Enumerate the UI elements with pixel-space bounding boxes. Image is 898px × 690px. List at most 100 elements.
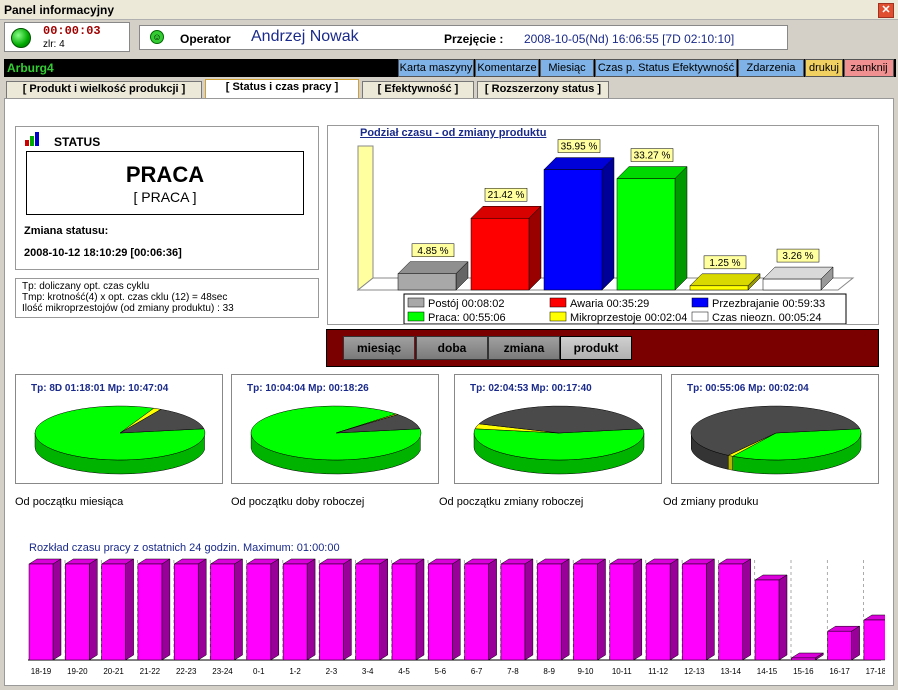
- tab-efficiency[interactable]: [ Efektywność ]: [362, 81, 474, 98]
- window-title: Panel informacyjny: [4, 3, 115, 17]
- status-display: PRACA [ PRACA ]: [26, 151, 304, 215]
- hour-tick-label: 11-12: [648, 667, 668, 676]
- pie-panel-month: Tp: 8D 01:18:01 Mp: 10:47:04: [15, 374, 223, 484]
- hour-bar: [354, 558, 393, 661]
- bar-label: 21.42 %: [488, 190, 525, 201]
- hour-tick-label: 1-2: [289, 667, 301, 676]
- bar-chart-icon: [25, 132, 39, 146]
- hour-bar: [790, 560, 828, 661]
- close-button[interactable]: zamknij: [844, 59, 894, 77]
- machine-card-button[interactable]: Karta maszyny: [398, 59, 474, 77]
- legend-swatch: [691, 297, 709, 308]
- pie-chart-shift: [473, 405, 645, 475]
- legend-entry: Czas nieozn. 00:05:24: [712, 312, 821, 324]
- legend-swatch: [407, 311, 425, 322]
- tab-product[interactable]: [ Produkt i wielkość produkcji ]: [6, 81, 202, 98]
- hour-bar: [681, 558, 719, 661]
- pie-panel-day: Tp: 10:04:04 Mp: 00:18:26: [231, 374, 439, 484]
- info-line: Tp: doliczany opt. czas cyklu: [22, 281, 150, 292]
- bar-label: 3.26 %: [782, 251, 813, 262]
- operator-box: ☺ Operator Andrzej Nowak Przejęcie : 200…: [139, 25, 788, 50]
- close-icon[interactable]: ✕: [878, 3, 894, 18]
- pie-chart-product: [690, 405, 862, 475]
- bar-5: [762, 266, 834, 291]
- hour-bar: [717, 558, 756, 661]
- status-efficiency-button[interactable]: Czas p. Status Efektywność: [595, 59, 737, 77]
- hour-tick-label: 19-20: [67, 667, 88, 676]
- hour-tick-label: 22-23: [176, 667, 197, 676]
- operator-label: Operator: [180, 32, 231, 46]
- tab-status[interactable]: [ Status i czas pracy ]: [205, 79, 359, 99]
- hour-bar: [536, 558, 574, 661]
- legend-entry: Postój 00:08:02: [428, 298, 504, 310]
- state-box: 00:00:03 zlr: 4: [4, 22, 130, 52]
- machine-name: Arburg4: [7, 61, 54, 75]
- info-line: Ilość mikroprzestojów (od zmiany produkt…: [22, 303, 234, 314]
- print-button[interactable]: drukuj: [805, 59, 843, 77]
- legend-entry: Mikroprzestoje 00:02:04: [570, 312, 687, 324]
- hour-bar: [572, 558, 610, 661]
- legend-entry: Awaria 00:35:29: [570, 298, 649, 310]
- period-shift-button[interactable]: zmiana: [488, 336, 560, 360]
- state-timer: 00:00:03: [43, 24, 101, 38]
- takeover-label: Przejęcie :: [444, 32, 504, 46]
- hour-tick-label: 7-8: [507, 667, 519, 676]
- bar-3: [616, 165, 688, 291]
- hour-bar: [209, 558, 247, 661]
- takeover-value: 2008-10-05(Nd) 16:06:55 [7D 02:10:10]: [524, 32, 735, 46]
- hour-bar: [863, 614, 885, 661]
- operator-name: Andrzej Nowak: [251, 28, 359, 45]
- hour-bar: [28, 558, 66, 661]
- status-sub: [ PRACA ]: [133, 189, 197, 205]
- pie-caption-month: Od początku miesiąca: [15, 496, 124, 508]
- title-bar: Panel informacyjny ✕: [0, 0, 898, 20]
- hour-tick-label: 15-16: [793, 667, 814, 676]
- tab-extended-status[interactable]: [ Rozszerzony status ]: [477, 81, 609, 98]
- legend-entry: Praca: 00:55:06: [428, 312, 506, 324]
- status-main: PRACA: [125, 162, 205, 187]
- hour-tick-label: 0-1: [253, 667, 265, 676]
- pie-panel-product: Tp: 00:55:06 Mp: 00:02:04: [671, 374, 879, 484]
- hour-tick-label: 17-18: [866, 667, 885, 676]
- hour-bar: [173, 558, 211, 661]
- hour-tick-label: 6-7: [471, 667, 483, 676]
- pie-panel-shift: Tp: 02:04:53 Mp: 00:17:40: [454, 374, 662, 484]
- period-month-button[interactable]: miesiąc: [343, 336, 415, 360]
- status-change-label: Zmiana statusu:: [24, 225, 109, 237]
- legend-swatch: [549, 297, 567, 308]
- period-day-button[interactable]: doba: [416, 336, 488, 360]
- hour-bar: [282, 558, 320, 661]
- bar-4: [689, 273, 761, 291]
- time-split-chart: 4.85 %21.42 %35.95 %33.27 %1.25 %3.26 % …: [356, 139, 855, 324]
- status-led-icon: [11, 28, 31, 48]
- hour-tick-label: 12-13: [684, 667, 705, 676]
- events-button[interactable]: Zdarzenia: [738, 59, 804, 77]
- hour-tick-label: 10-11: [612, 667, 632, 676]
- hourly-chart: 18-19 19-20 20-21 21-22 22-23 23-24 0-1 1-2 2-3 3…: [28, 558, 885, 676]
- status-title: STATUS: [54, 135, 101, 149]
- hour-tick-label: 20-21: [103, 667, 124, 676]
- hour-tick-label: 18-19: [31, 667, 52, 676]
- hour-bar: [500, 558, 538, 661]
- pie-caption-day: Od początku doby roboczej: [231, 496, 365, 508]
- bar-0: [397, 261, 469, 291]
- hour-bar: [391, 558, 429, 661]
- legend-swatch: [407, 297, 425, 308]
- period-product-button[interactable]: produkt: [560, 336, 632, 360]
- pie-caption-product: Od zmiany produku: [663, 496, 759, 508]
- hour-tick-label: 23-24: [212, 667, 233, 676]
- month-button[interactable]: Miesiąc: [540, 59, 594, 77]
- hour-tick-label: 3-4: [362, 667, 374, 676]
- hour-tick-label: 21-22: [140, 667, 161, 676]
- comments-button[interactable]: Komentarze: [475, 59, 539, 77]
- info-line: Tmp: krotność(4) x opt. czas cklu (12) =…: [22, 292, 228, 303]
- legend-swatch: [691, 311, 709, 322]
- smiley-icon: ☺: [150, 30, 164, 44]
- hour-bar: [826, 560, 864, 661]
- bar-label: 1.25 %: [709, 258, 740, 269]
- pie-caption-shift: Od początku zmiany roboczej: [439, 496, 584, 508]
- hour-bar: [427, 558, 465, 661]
- state-counter: zlr: 4: [43, 39, 65, 50]
- bar-2: [543, 156, 615, 291]
- period-selector: miesiąc doba zmiana produkt: [326, 329, 879, 367]
